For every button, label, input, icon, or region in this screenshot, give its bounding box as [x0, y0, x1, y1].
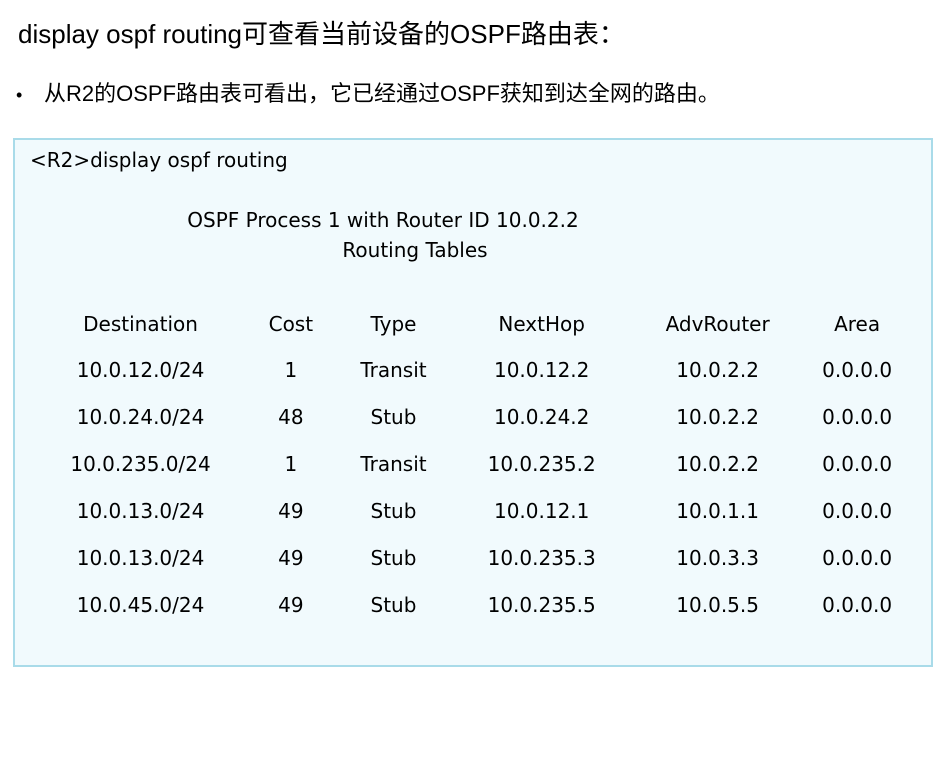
table-row: 10.0.13.0/24 49 Stub 10.0.12.1 10.0.1.1 …: [55, 487, 931, 534]
cell-cost: 1: [284, 357, 298, 382]
cell-destination: 10.0.13.0/24: [76, 498, 205, 523]
cell-cost: 1: [284, 451, 298, 476]
column-header-cost: Cost: [268, 312, 314, 336]
column-header-advrouter: AdvRouter: [665, 312, 770, 336]
column-header-nexthop: NextHop: [498, 312, 585, 336]
heading-description: 可查看当前设备的OSPF路由表：: [242, 19, 625, 49]
cell-destination: 10.0.13.0/24: [76, 545, 205, 570]
ospf-process-line: OSPF Process 1 with Router ID 10.0.2.2: [187, 208, 579, 232]
cell-destination: 10.0.235.0/24: [70, 451, 211, 476]
cell-advrouter: 10.0.2.2: [676, 451, 759, 476]
cell-cost: 49: [278, 592, 304, 617]
terminal-output-panel: <R2>display ospf routing OSPF Process 1 …: [13, 138, 933, 667]
cell-type: Stub: [370, 545, 417, 570]
table-row: 10.0.235.0/24 1 Transit 10.0.235.2 10.0.…: [55, 440, 931, 487]
cell-advrouter: 10.0.2.2: [676, 404, 759, 429]
cell-destination: 10.0.24.0/24: [76, 404, 205, 429]
cell-advrouter: 10.0.3.3: [676, 545, 759, 570]
cell-advrouter: 10.0.1.1: [676, 498, 759, 523]
table-row: 10.0.45.0/24 49 Stub 10.0.235.5 10.0.5.5…: [55, 581, 931, 628]
cell-destination: 10.0.45.0/24: [76, 592, 205, 617]
cell-type: Transit: [360, 357, 427, 382]
cell-nexthop: 10.0.235.5: [487, 592, 596, 617]
table-row: 10.0.12.0/24 1 Transit 10.0.12.2 10.0.2.…: [55, 346, 931, 393]
table-header-row: Destination Cost Type NextHop AdvRouter …: [55, 302, 931, 346]
routing-tables-title: Routing Tables: [342, 238, 488, 262]
heading-command: display ospf routing: [18, 19, 243, 49]
cell-nexthop: 10.0.12.1: [493, 498, 590, 523]
column-header-destination: Destination: [83, 312, 198, 336]
cell-area: 0.0.0.0: [822, 451, 893, 476]
cell-area: 0.0.0.0: [822, 498, 893, 523]
cell-advrouter: 10.0.5.5: [676, 592, 759, 617]
cell-area: 0.0.0.0: [822, 545, 893, 570]
cell-destination: 10.0.12.0/24: [76, 357, 205, 382]
bullet-point: • 从R2的OSPF路由表可看出，它已经通过OSPF获知到达全网的路由。: [16, 78, 720, 111]
cell-cost: 49: [278, 545, 304, 570]
bullet-text: 从R2的OSPF路由表可看出，它已经通过OSPF获知到达全网的路由。: [44, 81, 720, 106]
bullet-marker: •: [16, 85, 23, 105]
cell-nexthop: 10.0.235.2: [487, 451, 596, 476]
cell-advrouter: 10.0.2.2: [676, 357, 759, 382]
table-row: 10.0.13.0/24 49 Stub 10.0.235.3 10.0.3.3…: [55, 534, 931, 581]
cell-type: Transit: [360, 451, 427, 476]
page-heading: display ospf routing可查看当前设备的OSPF路由表：: [18, 16, 625, 52]
cell-cost: 48: [278, 404, 304, 429]
column-header-area: Area: [834, 312, 881, 336]
cell-nexthop: 10.0.235.3: [487, 545, 596, 570]
cell-type: Stub: [370, 404, 417, 429]
column-header-type: Type: [370, 312, 417, 336]
cell-type: Stub: [370, 592, 417, 617]
terminal-command: <R2>display ospf routing: [30, 148, 288, 172]
cell-type: Stub: [370, 498, 417, 523]
cell-cost: 49: [278, 498, 304, 523]
routing-table: Destination Cost Type NextHop AdvRouter …: [55, 302, 931, 628]
cell-area: 0.0.0.0: [822, 357, 893, 382]
cell-area: 0.0.0.0: [822, 592, 893, 617]
table-row: 10.0.24.0/24 48 Stub 10.0.24.2 10.0.2.2 …: [55, 393, 931, 440]
cell-nexthop: 10.0.12.2: [493, 357, 590, 382]
cell-nexthop: 10.0.24.2: [493, 404, 590, 429]
cell-area: 0.0.0.0: [822, 404, 893, 429]
